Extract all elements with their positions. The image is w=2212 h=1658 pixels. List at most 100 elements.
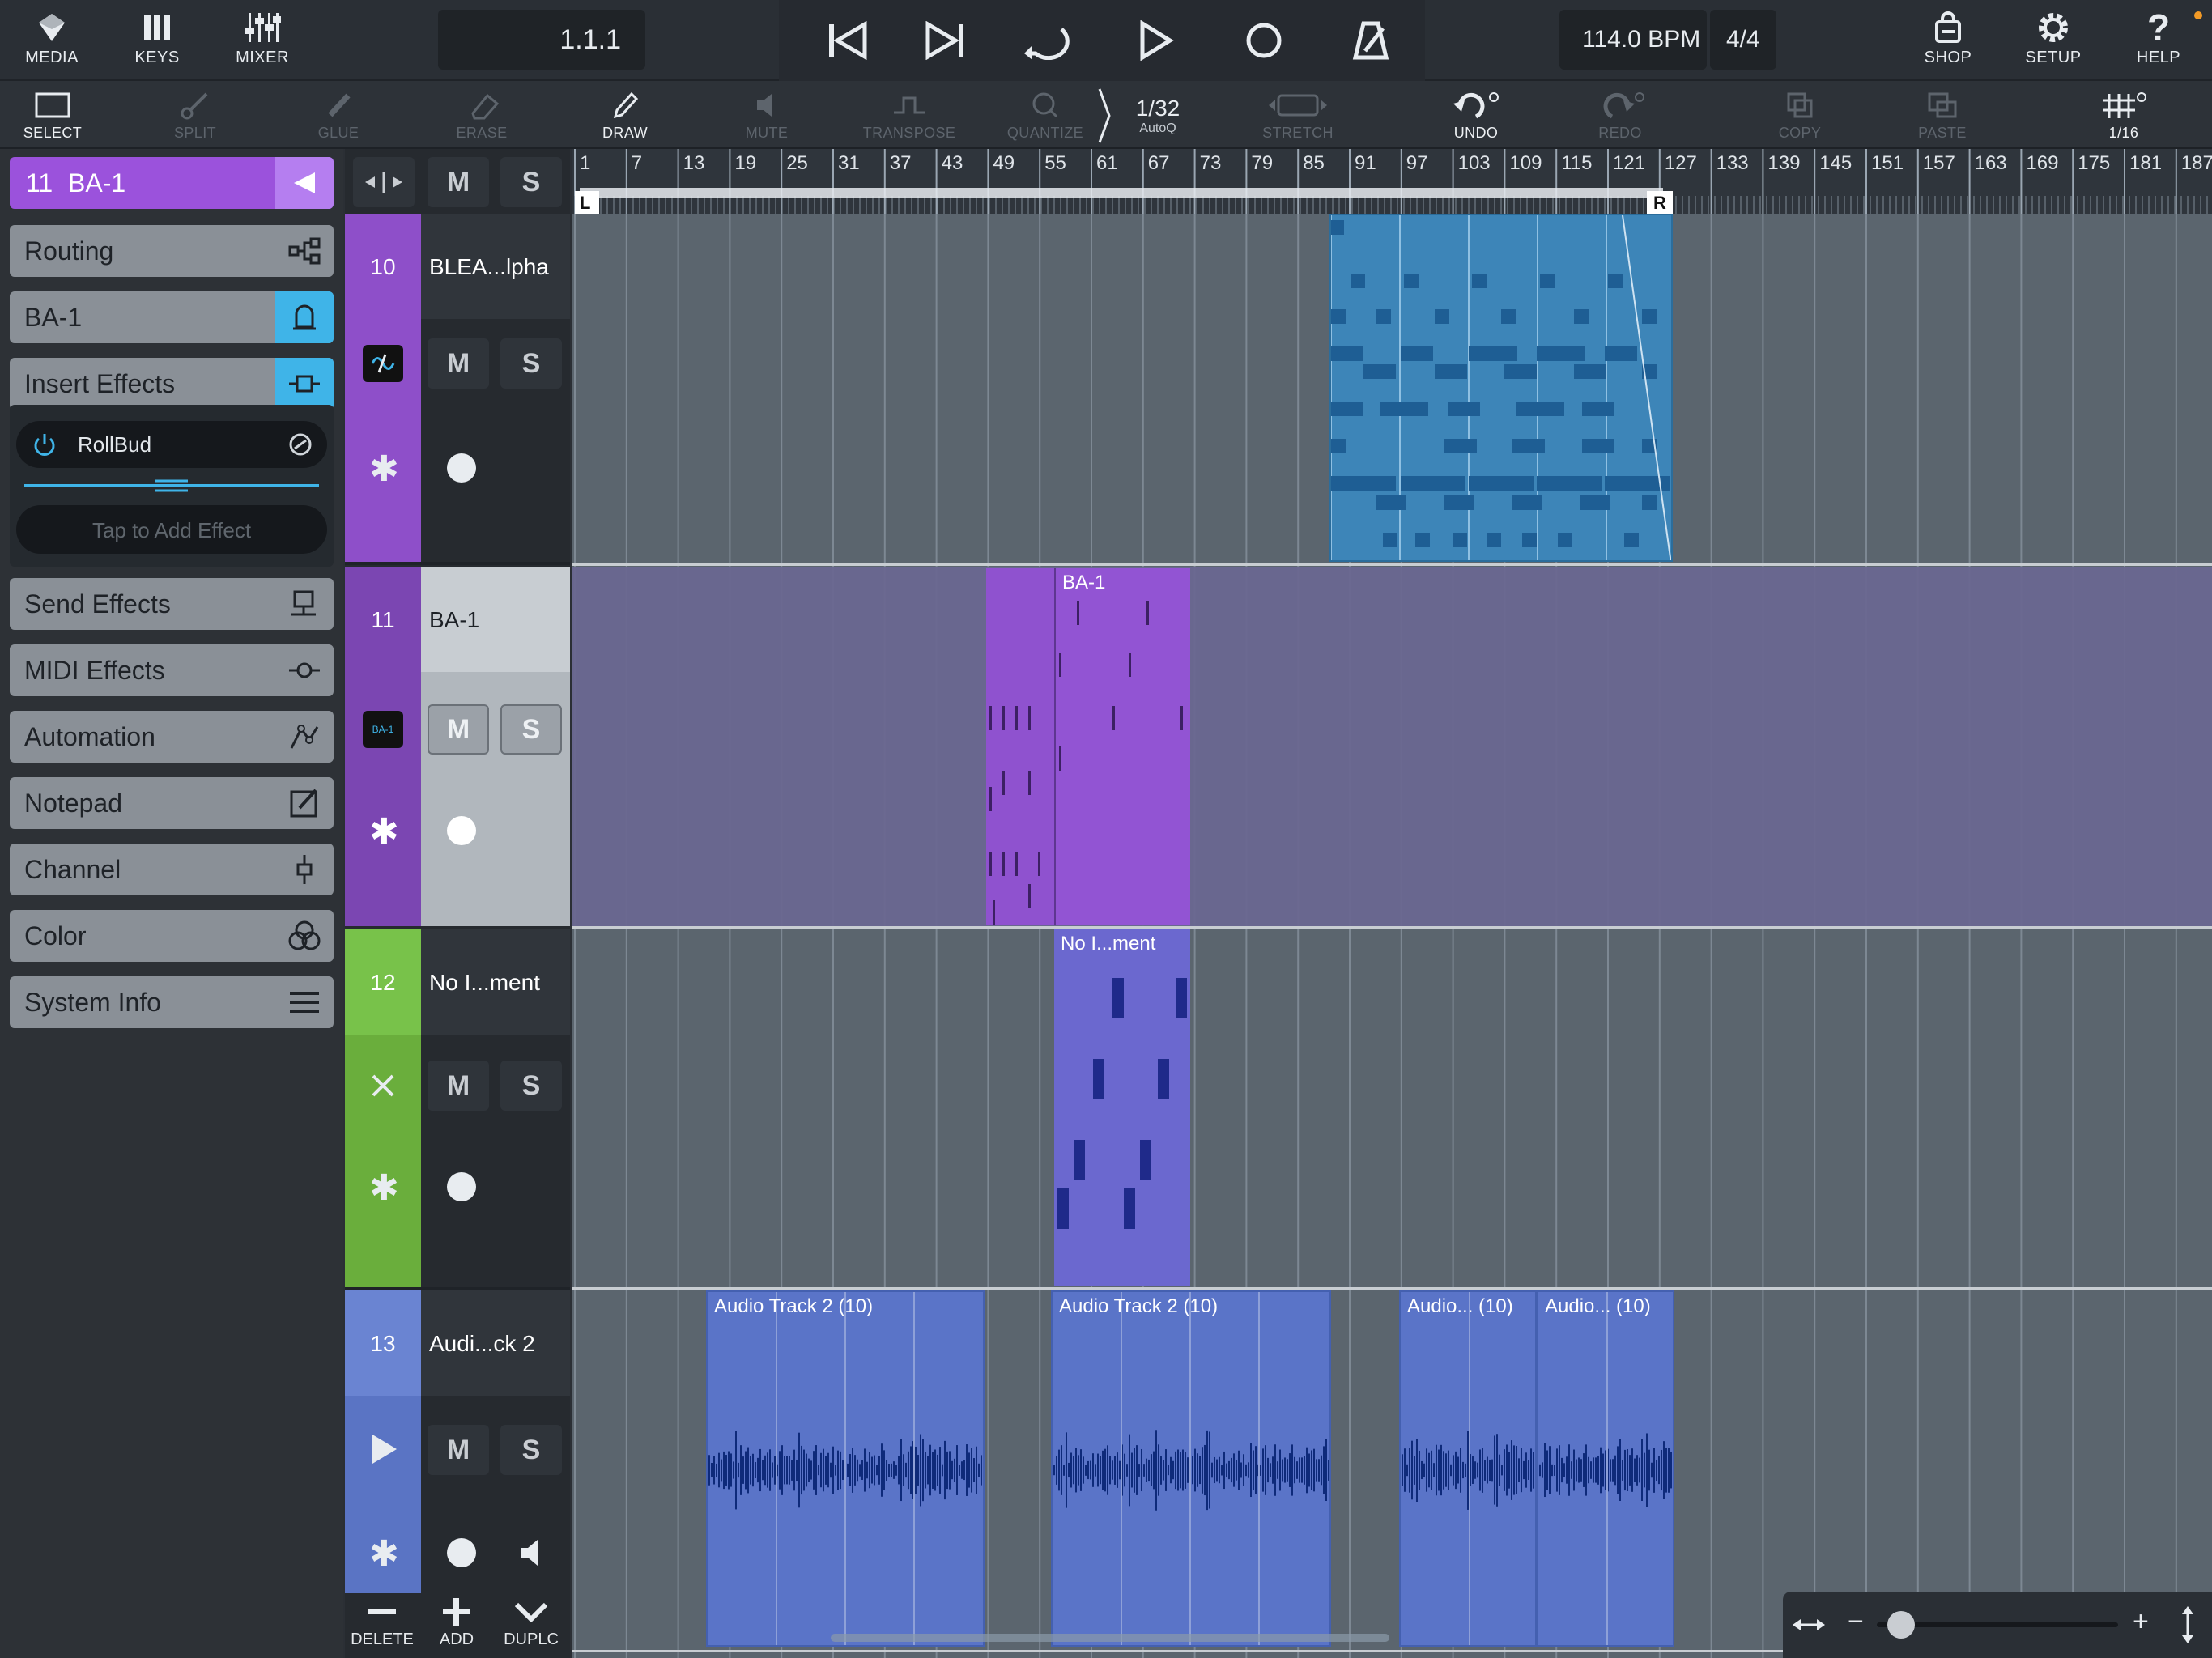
mute-button[interactable]: M: [428, 1061, 489, 1111]
draw-tool[interactable]: DRAW: [564, 86, 686, 147]
track-header-13[interactable]: 13 Audi...ck 2 M S ✱: [345, 1290, 570, 1593]
metronome-button[interactable]: [1334, 11, 1407, 70]
midi-clip-ba1[interactable]: BA-1: [1054, 568, 1190, 925]
audio-clip-2[interactable]: Audio Track 2 (10): [1051, 1290, 1331, 1647]
setup-button[interactable]: SETUP: [2005, 6, 2102, 76]
stretch-tool[interactable]: STRETCH: [1237, 86, 1359, 147]
add-effect-button[interactable]: Tap to Add Effect: [16, 505, 327, 554]
help-button[interactable]: ? HELP: [2110, 6, 2207, 76]
freeze-asterisk-icon[interactable]: ✱: [369, 811, 399, 852]
song-position: 1.1.1: [559, 24, 621, 55]
midi-clip-ba1-a[interactable]: [986, 568, 1056, 925]
effect-slot-rollbud[interactable]: RollBud: [16, 421, 327, 468]
midi-clip-no-instrument[interactable]: No I...ment: [1054, 929, 1190, 1286]
record-arm-button[interactable]: [447, 1538, 476, 1567]
midi-note: [1146, 601, 1149, 625]
erase-tool[interactable]: ERASE: [421, 86, 542, 147]
zoom-in-button[interactable]: +: [2133, 1606, 2149, 1638]
power-icon[interactable]: [31, 431, 58, 458]
inspector-instrument[interactable]: BA-1: [10, 291, 334, 343]
inspector-send-effects[interactable]: Send Effects: [10, 578, 334, 630]
paste-button[interactable]: PASTE: [1882, 86, 2003, 147]
solo-button[interactable]: S: [500, 1425, 562, 1475]
inspector-system-info[interactable]: System Info: [10, 976, 334, 1028]
freeze-asterisk-icon[interactable]: ✱: [369, 1167, 399, 1209]
track-header-10[interactable]: 10 BLEA...lpha M S ✱: [345, 214, 570, 565]
inspector-midi-effects[interactable]: MIDI Effects: [10, 644, 334, 696]
instrument-alpha-icon[interactable]: [363, 345, 403, 382]
collapse-inspector-icon[interactable]: [275, 157, 334, 209]
instrument-ba1-icon[interactable]: BA-1: [363, 711, 403, 748]
horizontal-zoom-icon[interactable]: [1791, 1613, 1827, 1637]
snap-grid-button[interactable]: 1/16: [2063, 86, 2184, 147]
audio-clip-4[interactable]: Audio... (10): [1537, 1290, 1674, 1647]
inspector-automation[interactable]: Automation: [10, 711, 334, 763]
mute-button[interactable]: M: [428, 704, 489, 755]
freeze-asterisk-icon[interactable]: ✱: [369, 1533, 399, 1575]
global-solo-button[interactable]: S: [500, 157, 562, 207]
track-header-12[interactable]: 12 No I...ment M S ✱: [345, 929, 570, 1290]
transpose-tool[interactable]: TRANSPOSE: [849, 86, 970, 147]
media-button[interactable]: MEDIA: [3, 6, 100, 76]
left-locator[interactable]: L: [575, 191, 599, 214]
zoom-slider-handle[interactable]: [1887, 1611, 1916, 1639]
no-instrument-icon[interactable]: [363, 1067, 403, 1104]
solo-button[interactable]: S: [500, 338, 562, 389]
inspector-routing[interactable]: Routing: [10, 225, 334, 277]
freeze-asterisk-icon[interactable]: ✱: [369, 449, 399, 490]
zoom-out-button[interactable]: −: [1848, 1606, 1864, 1638]
play-button[interactable]: [1119, 11, 1192, 70]
effect-mix-slider-handle[interactable]: [155, 478, 188, 494]
midi-clip-blea[interactable]: [1329, 214, 1673, 562]
keys-button[interactable]: KEYS: [108, 6, 206, 76]
monitor-speaker-icon[interactable]: [517, 1538, 549, 1567]
record-button[interactable]: [1227, 11, 1300, 70]
skip-forward-button[interactable]: [908, 11, 981, 70]
audio-clip-1[interactable]: Audio Track 2 (10): [706, 1290, 985, 1647]
right-locator[interactable]: R: [1647, 191, 1673, 214]
inspector-channel[interactable]: Channel: [10, 844, 334, 895]
add-track-button[interactable]: ADD: [419, 1593, 494, 1658]
inspector-notepad[interactable]: Notepad: [10, 777, 334, 829]
arrange-view[interactable]: BA-1 No I...ment Audio Track 2 (10) Audi…: [572, 214, 2212, 1658]
solo-button[interactable]: S: [500, 704, 562, 755]
edit-effect-icon[interactable]: [287, 431, 314, 458]
loop-button[interactable]: [1010, 11, 1083, 70]
inspector-color[interactable]: Color: [10, 910, 334, 962]
instrument-bell-icon[interactable]: [275, 291, 334, 343]
tempo-display[interactable]: 114.0 BPM: [1559, 10, 1707, 70]
split-tool[interactable]: SPLIT: [134, 86, 256, 147]
loop-range-bar[interactable]: [580, 188, 1663, 198]
solo-button[interactable]: S: [500, 1061, 562, 1111]
quantize-tool[interactable]: QUANTIZE: [985, 86, 1106, 147]
split-view-button[interactable]: [353, 157, 415, 207]
select-tool[interactable]: SELECT: [0, 86, 113, 147]
copy-button[interactable]: COPY: [1739, 86, 1861, 147]
inspector-insert-effects[interactable]: Insert Effects: [10, 358, 334, 410]
undo-button[interactable]: UNDO: [1415, 86, 1537, 147]
audio-clip-3[interactable]: Audio... (10): [1399, 1290, 1537, 1647]
duplicate-track-button[interactable]: DUPLC: [494, 1593, 568, 1658]
record-arm-button[interactable]: [447, 816, 476, 845]
record-arm-button[interactable]: [447, 1172, 476, 1201]
mixer-button[interactable]: MIXER: [214, 6, 311, 76]
vertical-zoom-icon[interactable]: [2176, 1605, 2199, 1645]
audio-play-icon[interactable]: [366, 1431, 402, 1467]
record-arm-button[interactable]: [447, 453, 476, 483]
time-signature-display[interactable]: 4/4: [1710, 10, 1776, 70]
shop-button[interactable]: SHOP: [1899, 6, 1997, 76]
inspector-track-header[interactable]: 11 BA-1: [10, 157, 334, 209]
timeline-ruler[interactable]: 1 7 13 19 25 31 37 43 49 55 61 67 73 79 85 91 97 103 109 11…: [572, 149, 2212, 214]
mute-button[interactable]: M: [428, 1425, 489, 1475]
global-mute-button[interactable]: M: [428, 157, 489, 207]
glue-tool[interactable]: GLUE: [278, 86, 399, 147]
song-position-display[interactable]: 1.1.1: [438, 10, 645, 70]
track-header-11[interactable]: 11 BA-1 BA-1 M S ✱: [345, 567, 570, 926]
rewind-to-start-button[interactable]: [811, 11, 884, 70]
quantize-value-button[interactable]: 1/32 AutoQ: [1117, 96, 1198, 136]
redo-button[interactable]: REDO: [1559, 86, 1681, 147]
delete-track-button[interactable]: DELETE: [345, 1593, 419, 1658]
horizontal-scrollbar[interactable]: [831, 1634, 1389, 1642]
mute-button[interactable]: M: [428, 338, 489, 389]
mute-tool[interactable]: MUTE: [706, 86, 827, 147]
